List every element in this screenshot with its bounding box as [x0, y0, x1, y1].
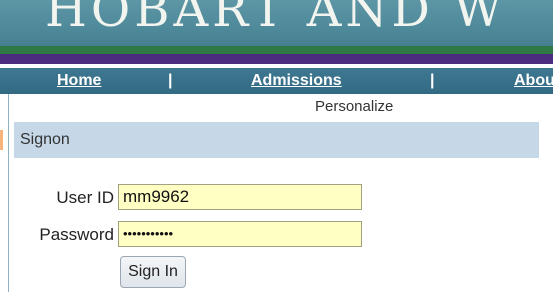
content-left-border	[8, 94, 9, 292]
user-id-input[interactable]	[118, 184, 362, 210]
nav-link-about[interactable]: Abou	[514, 72, 553, 90]
nav-separator: |	[168, 72, 173, 89]
side-accent	[0, 130, 3, 150]
top-navbar: Home | Admissions | Abou	[0, 68, 553, 94]
nav-separator: |	[430, 72, 435, 89]
green-stripe	[0, 46, 553, 54]
password-input[interactable]: •••••••••••	[118, 221, 362, 247]
banner-title: HOBART AND W	[45, 0, 507, 38]
user-id-label: User ID	[56, 188, 114, 207]
password-label: Password	[39, 225, 114, 244]
signon-panel-header: Signon	[14, 122, 539, 158]
personalize-link[interactable]: Personalize	[315, 98, 393, 115]
signon-title: Signon	[20, 131, 70, 148]
nav-link-admissions[interactable]: Admissions	[251, 72, 342, 90]
sign-in-button[interactable]: Sign In	[120, 256, 186, 288]
nav-link-home[interactable]: Home	[57, 72, 101, 90]
purple-stripe	[0, 54, 553, 64]
site-banner: HOBART AND W	[0, 0, 553, 46]
